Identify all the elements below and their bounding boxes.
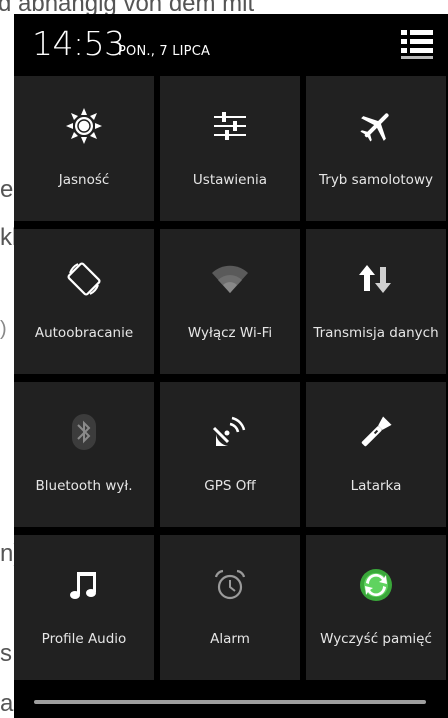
clock: 14:53 bbox=[32, 24, 125, 63]
tile-wifi[interactable]: Wyłącz Wi-Fi bbox=[160, 229, 300, 374]
background-text-a: a bbox=[0, 690, 14, 717]
shade-drag-handle[interactable] bbox=[34, 700, 426, 704]
flashlight-icon bbox=[356, 412, 396, 452]
tile-label: GPS Off bbox=[204, 478, 256, 494]
settings-sliders-icon bbox=[210, 106, 250, 146]
tile-label: Autoobracanie bbox=[34, 325, 134, 341]
tile-bluetooth[interactable]: Bluetooth wył. bbox=[14, 382, 154, 527]
tile-label: Tryb samolotowy bbox=[319, 172, 433, 188]
list-menu-icon[interactable] bbox=[400, 28, 434, 62]
tile-flashlight[interactable]: Latarka bbox=[306, 382, 446, 527]
auto-rotate-icon bbox=[64, 259, 104, 299]
music-note-icon bbox=[64, 565, 104, 605]
background-text-paren: ) bbox=[0, 318, 7, 340]
alarm-clock-icon bbox=[210, 565, 250, 605]
tile-label: Ustawienia bbox=[192, 172, 268, 188]
airplane-icon bbox=[356, 106, 396, 146]
tile-label: Bluetooth wył. bbox=[35, 478, 133, 494]
tile-label: Latarka bbox=[350, 478, 402, 494]
tile-clear-memory[interactable]: Wyczyść pamięć bbox=[306, 535, 446, 680]
tile-audio-profile[interactable]: Profile Audio bbox=[14, 535, 154, 680]
tile-label: Wyłącz Wi-Fi bbox=[187, 325, 273, 341]
tile-label: Transmisja danych bbox=[313, 325, 439, 341]
date: PON., 7 LIPCA bbox=[118, 44, 211, 59]
data-transfer-icon bbox=[356, 259, 396, 299]
brightness-icon bbox=[64, 106, 104, 146]
tile-auto-rotate[interactable]: Autoobracanie bbox=[14, 229, 154, 374]
status-bar: 14:53 PON., 7 LIPCA bbox=[14, 14, 448, 76]
tile-airplane-mode[interactable]: Tryb samolotowy bbox=[306, 76, 446, 221]
bluetooth-icon bbox=[64, 412, 104, 452]
tile-brightness[interactable]: Jasność bbox=[14, 76, 154, 221]
tile-label: Jasność bbox=[58, 172, 110, 188]
quick-settings-shade: 14:53 PON., 7 LIPCA Jasność Ustawienia T… bbox=[14, 14, 448, 718]
tile-settings[interactable]: Ustawienia bbox=[160, 76, 300, 221]
tile-label: Alarm bbox=[210, 631, 250, 647]
wifi-icon bbox=[210, 259, 250, 299]
background-text-s: s bbox=[0, 640, 12, 667]
gps-icon bbox=[210, 412, 250, 452]
tile-alarm[interactable]: Alarm bbox=[160, 535, 300, 680]
tile-label: Profile Audio bbox=[41, 631, 127, 647]
clear-memory-icon bbox=[356, 565, 396, 605]
tile-mobile-data[interactable]: Transmisja danych bbox=[306, 229, 446, 374]
tile-gps[interactable]: GPS Off bbox=[160, 382, 300, 527]
tile-label: Wyczyść pamięć bbox=[320, 631, 432, 647]
